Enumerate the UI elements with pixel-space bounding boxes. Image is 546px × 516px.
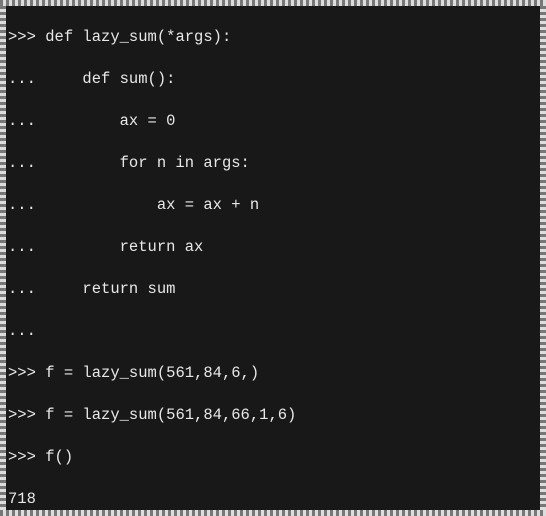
- repl-prompt: ...: [8, 196, 157, 214]
- repl-line: >>> f(): [8, 447, 538, 468]
- repl-text: 718: [8, 490, 36, 508]
- repl-line: ... return ax: [8, 237, 538, 258]
- repl-prompt: >>>: [8, 406, 45, 424]
- repl-line: ... return sum: [8, 279, 538, 300]
- repl-prompt: ...: [8, 238, 120, 256]
- repl-prompt: >>>: [8, 448, 45, 466]
- repl-prompt: ...: [8, 280, 82, 298]
- repl-text: def sum():: [82, 70, 175, 88]
- repl-line: >>> f = lazy_sum(561,84,6,): [8, 363, 538, 384]
- repl-text: ax = ax + n: [157, 196, 259, 214]
- repl-prompt: ...: [8, 70, 82, 88]
- repl-text: def lazy_sum(*args):: [45, 28, 231, 46]
- repl-prompt: ...: [8, 322, 36, 340]
- repl-text: f = lazy_sum(561,84,66,1,6): [45, 406, 296, 424]
- repl-text: return sum: [82, 280, 175, 298]
- repl-prompt: ...: [8, 112, 120, 130]
- repl-line: ... ax = ax + n: [8, 195, 538, 216]
- repl-line: ...: [8, 321, 538, 342]
- repl-line: 718: [8, 489, 538, 510]
- repl-prompt: >>>: [8, 28, 45, 46]
- repl-text: return ax: [120, 238, 204, 256]
- repl-line: >>> def lazy_sum(*args):: [8, 27, 538, 48]
- repl-text: for n in args:: [120, 154, 250, 172]
- repl-text: f(): [45, 448, 73, 466]
- repl-text: ax = 0: [120, 112, 176, 130]
- repl-text: f = lazy_sum(561,84,6,): [45, 364, 259, 382]
- repl-line: ... for n in args:: [8, 153, 538, 174]
- repl-prompt: ...: [8, 154, 120, 172]
- python-repl-terminal[interactable]: >>> def lazy_sum(*args): ... def sum(): …: [6, 6, 540, 510]
- repl-prompt: >>>: [8, 364, 45, 382]
- repl-line: >>> f = lazy_sum(561,84,66,1,6): [8, 405, 538, 426]
- repl-line: ... def sum():: [8, 69, 538, 90]
- repl-line: ... ax = 0: [8, 111, 538, 132]
